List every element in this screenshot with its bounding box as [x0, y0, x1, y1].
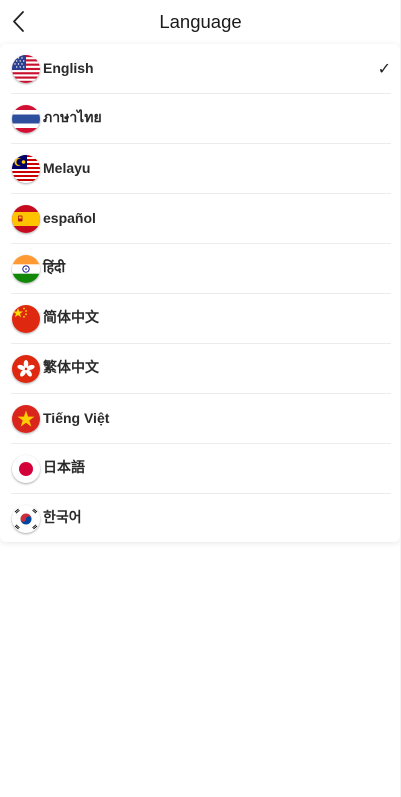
- language-item-english[interactable]: English ✓: [11, 44, 391, 94]
- language-label: Tiếng Việt: [43, 410, 110, 426]
- language-label: English: [43, 60, 94, 76]
- language-item-korean[interactable]: 한국어: [11, 494, 391, 543]
- language-label: Melayu: [43, 160, 91, 176]
- vietnam-flag-icon: [12, 405, 40, 433]
- language-item-thai[interactable]: ภาษาไทย: [11, 94, 391, 144]
- language-list-card: English ✓ ภาษาไทย Melayu español हिंदी 简…: [0, 44, 400, 542]
- us-flag-icon: [12, 55, 40, 83]
- india-flag-icon: [12, 255, 40, 283]
- language-item-vietnamese[interactable]: Tiếng Việt: [11, 394, 391, 444]
- thailand-flag-icon: [12, 105, 40, 133]
- hong-kong-flag-icon: [12, 355, 40, 383]
- language-label: español: [43, 210, 96, 226]
- language-label: 한국어: [43, 510, 82, 526]
- language-item-hindi[interactable]: हिंदी: [11, 244, 391, 294]
- language-item-spanish[interactable]: español: [11, 194, 391, 244]
- malaysia-flag-icon: [12, 155, 40, 183]
- china-flag-icon: [12, 305, 40, 333]
- language-item-malay[interactable]: Melayu: [11, 144, 391, 194]
- language-item-japanese[interactable]: 日本語: [11, 444, 391, 494]
- language-label: 日本語: [43, 460, 85, 476]
- language-list: English ✓ ภาษาไทย Melayu español हिंदी 简…: [11, 44, 391, 543]
- japan-flag-icon: [12, 455, 40, 483]
- header-bar: Language: [0, 0, 401, 44]
- south-korea-flag-icon: [12, 505, 40, 533]
- language-label: ภาษาไทย: [43, 110, 102, 126]
- page-title: Language: [159, 11, 242, 32]
- language-label: हिंदी: [43, 260, 66, 276]
- spain-flag-icon: [12, 205, 40, 233]
- language-item-simplified-chinese[interactable]: 简体中文: [11, 294, 391, 344]
- checkmark-icon: ✓: [377, 59, 391, 78]
- language-item-traditional-chinese[interactable]: 繁体中文: [11, 344, 391, 394]
- language-label: 简体中文: [43, 310, 99, 326]
- language-label: 繁体中文: [43, 360, 99, 376]
